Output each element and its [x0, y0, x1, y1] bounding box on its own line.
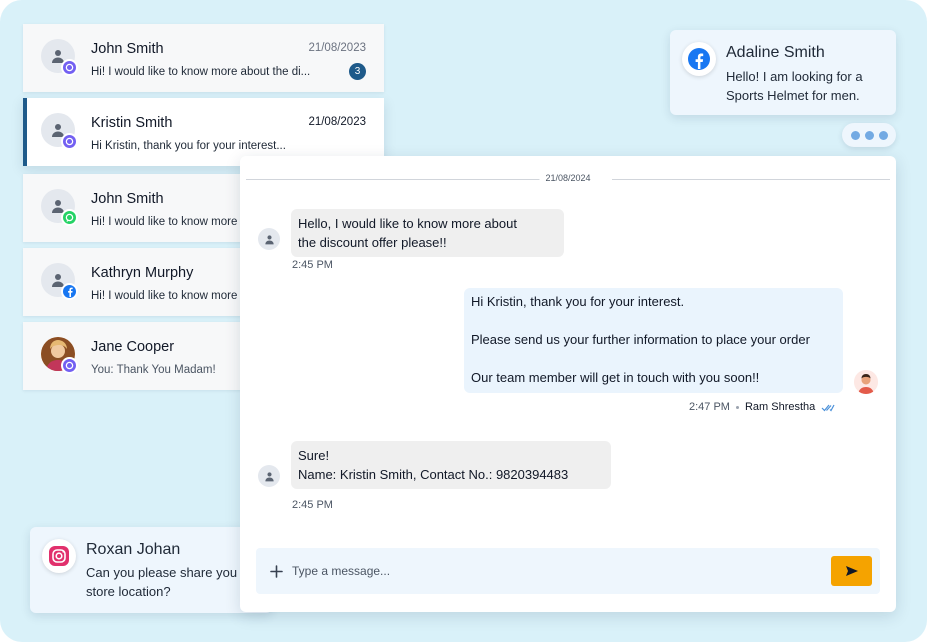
customer-avatar: [258, 228, 280, 250]
conversation-item-john-smith[interactable]: John Smith Hi! I would like to know more…: [23, 24, 384, 92]
message-time: 2:45 PM: [292, 499, 333, 511]
double-check-icon: [821, 404, 835, 411]
viber-icon: [61, 133, 78, 150]
date-divider: 21/08/2024: [246, 173, 890, 185]
date-divider-label: 21/08/2024: [539, 173, 597, 183]
agent-avatar: [854, 370, 878, 394]
contact-name: Kristin Smith: [91, 115, 173, 131]
contact-name: Kathryn Murphy: [91, 265, 194, 281]
customer-avatar: [258, 465, 280, 487]
separator-dot: [735, 405, 739, 409]
facebook-icon: [61, 283, 78, 300]
message-line: Can you please share you: [86, 565, 238, 580]
outgoing-message: Hi Kristin, thank you for your interest.…: [464, 288, 843, 393]
message-time: 2:47 PM: [689, 401, 730, 413]
message-line: Name: Kristin Smith, Contact No.: 982039…: [298, 467, 569, 482]
sender-name: Roxan Johan: [86, 541, 181, 558]
contact-name: Jane Cooper: [91, 339, 175, 355]
message-input[interactable]: [292, 560, 792, 582]
agent-name: Ram Shrestha: [744, 401, 816, 413]
message-date: 21/08/2023: [308, 116, 366, 128]
contact-name: John Smith: [91, 191, 164, 207]
page-background: John Smith Hi! I would like to know more…: [0, 0, 927, 642]
sender-name: Adaline Smith: [726, 44, 825, 61]
instagram-icon: [42, 539, 76, 573]
message-line: Our team member will get in touch with y…: [471, 370, 760, 385]
message-meta: 2:47 PM Ram Shrestha: [689, 401, 835, 413]
message-line: Sure!: [298, 448, 330, 463]
user-icon: [264, 234, 274, 244]
message-line: Please send us your further information …: [471, 332, 810, 347]
message-composer: [256, 548, 880, 594]
plus-icon: [269, 564, 283, 578]
message-line: Sports Helmet for men.: [726, 88, 860, 103]
viber-icon: [61, 59, 78, 76]
chat-panel: 21/08/2024 Hello, I would like to know m…: [240, 156, 896, 612]
contact-name: John Smith: [91, 41, 164, 57]
message-line: Hi Kristin, thank you for your interest.: [471, 294, 685, 309]
message-date: 21/08/2023: [308, 42, 366, 54]
send-icon: [845, 566, 858, 576]
message-line: Hello! I am looking for a: [726, 69, 863, 84]
add-attachment-button[interactable]: [266, 561, 286, 581]
message-line: Hello, I would like to know more about: [298, 216, 517, 231]
incoming-message: Sure! Name: Kristin Smith, Contact No.: …: [291, 441, 611, 489]
facebook-icon: [682, 42, 716, 76]
message-line: the discount offer please!!: [298, 235, 447, 250]
viber-icon: [61, 357, 78, 374]
user-icon: [264, 471, 274, 481]
send-button[interactable]: [831, 556, 872, 586]
unread-count-badge: 3: [349, 63, 366, 80]
facebook-message-card[interactable]: Adaline Smith Hello! I am looking for a …: [670, 30, 896, 115]
typing-indicator: [842, 123, 896, 147]
incoming-message: Hello, I would like to know more about t…: [291, 209, 564, 257]
message-preview: Hi Kristin, thank you for your interest.…: [91, 140, 286, 152]
instagram-message-card[interactable]: Roxan Johan Can you please share you sto…: [30, 527, 272, 613]
whatsapp-icon: [61, 209, 78, 226]
message-preview: Hi! I would like to know more about the …: [91, 66, 311, 78]
message-line: store location?: [86, 584, 171, 599]
message-time: 2:45 PM: [292, 259, 333, 271]
